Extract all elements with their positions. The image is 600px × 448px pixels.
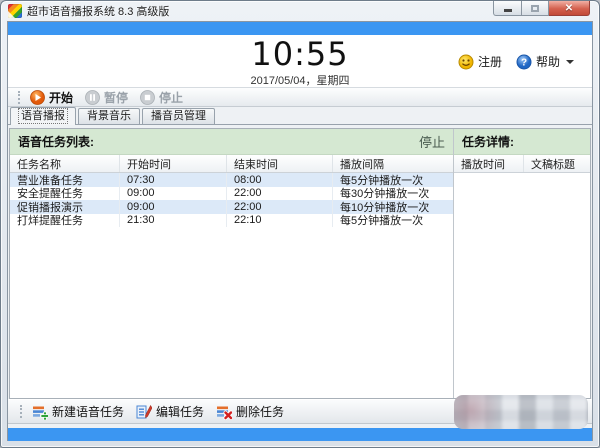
delete-task-label: 删除任务	[236, 403, 284, 420]
clock-date: 2017/05/04，星期四	[250, 72, 349, 88]
playback-status: 停止	[419, 132, 445, 151]
task-detail-pane: 任务详情: 播放时间 文稿标题	[454, 129, 590, 398]
end-time-cell: 08:00	[227, 173, 333, 187]
help-label: 帮助	[536, 53, 560, 70]
main-panel: 语音任务列表: 停止 任务名称 开始时间 结束时间 播放间隔 营业准备任务 07…	[9, 128, 591, 399]
interval-cell: 每5分钟播放一次	[333, 173, 453, 187]
stop-button[interactable]: 停止	[140, 89, 183, 106]
column-header-end-time[interactable]: 结束时间	[227, 155, 333, 172]
status-bar	[8, 428, 592, 441]
window-controls: ✕	[493, 1, 590, 16]
start-time-cell: 09:00	[120, 187, 227, 201]
delete-task-button[interactable]: 删除任务	[216, 403, 284, 420]
stop-label: 停止	[159, 89, 183, 106]
tab-voice-broadcast[interactable]: 语音播报	[10, 107, 76, 125]
content-area: 语音任务列表: 停止 任务名称 开始时间 结束时间 播放间隔 营业准备任务 07…	[8, 125, 592, 399]
tab-announcer-management[interactable]: 播音员管理	[142, 108, 215, 124]
task-name-cell: 安全提醒任务	[10, 187, 120, 201]
task-name-cell: 打烊提醒任务	[10, 214, 120, 228]
start-button[interactable]: 开始	[30, 89, 73, 106]
task-detail-title: 任务详情:	[462, 133, 514, 150]
edit-task-button[interactable]: 编辑任务	[136, 403, 204, 420]
task-list-header: 语音任务列表: 停止	[10, 129, 453, 155]
table-row[interactable]: 安全提醒任务 09:00 22:00 每30分钟播放一次	[10, 187, 453, 201]
new-task-label: 新建语音任务	[52, 403, 124, 420]
tab-label: 背景音乐	[87, 110, 131, 122]
task-table-header: 任务名称 开始时间 结束时间 播放间隔	[10, 155, 453, 173]
clock-time: 10:55	[250, 37, 349, 71]
top-accent-bar	[8, 22, 592, 35]
pause-circle-icon	[85, 90, 100, 105]
toolbar-gripper[interactable]	[20, 405, 22, 418]
question-circle-icon: ?	[516, 54, 532, 70]
end-time-cell: 22:00	[227, 187, 333, 201]
blurred-watermark	[454, 395, 588, 429]
column-header-script-title[interactable]: 文稿标题	[524, 155, 590, 172]
mosaic-tiles	[454, 395, 588, 429]
list-pencil-icon	[136, 404, 152, 420]
clock: 10:55 2017/05/04，星期四	[250, 37, 349, 88]
help-button[interactable]: ? 帮助	[516, 53, 574, 70]
tab-label: 语音播报	[19, 109, 67, 123]
start-time-cell: 07:30	[120, 173, 227, 187]
close-button[interactable]: ✕	[549, 1, 590, 16]
svg-text:?: ?	[521, 57, 527, 68]
interval-cell: 每10分钟播放一次	[333, 200, 453, 214]
register-button[interactable]: 注册	[458, 53, 502, 70]
tab-background-music[interactable]: 背景音乐	[78, 108, 140, 124]
list-plus-icon	[32, 404, 48, 420]
column-header-interval[interactable]: 播放间隔	[333, 155, 453, 172]
client-area: 10:55 2017/05/04，星期四 注册	[7, 21, 593, 441]
clock-panel: 10:55 2017/05/04，星期四 注册	[8, 35, 592, 88]
new-task-button[interactable]: 新建语音任务	[32, 403, 124, 420]
register-label: 注册	[478, 53, 502, 70]
start-time-cell: 21:30	[120, 214, 227, 228]
end-time-cell: 22:10	[227, 214, 333, 228]
start-time-cell: 09:00	[120, 200, 227, 214]
detail-table-header: 播放时间 文稿标题	[454, 155, 590, 173]
tab-strip: 语音播报 背景音乐 播音员管理	[8, 107, 592, 125]
task-detail-header: 任务详情:	[454, 129, 590, 155]
table-row[interactable]: 营业准备任务 07:30 08:00 每5分钟播放一次	[10, 173, 453, 187]
list-delete-icon	[216, 404, 232, 420]
start-label: 开始	[49, 89, 73, 106]
column-header-play-time[interactable]: 播放时间	[454, 155, 524, 172]
close-icon: ✕	[565, 3, 573, 14]
transport-toolbar: 开始 暂停 停止	[8, 88, 592, 107]
end-time-cell: 22:00	[227, 200, 333, 214]
play-circle-icon	[30, 90, 45, 105]
tab-label: 播音员管理	[151, 110, 206, 122]
chevron-down-icon[interactable]	[566, 60, 574, 64]
column-header-start-time[interactable]: 开始时间	[120, 155, 227, 172]
task-name-cell: 营业准备任务	[10, 173, 120, 187]
app-icon	[8, 4, 22, 18]
toolbar-gripper[interactable]	[18, 91, 20, 104]
table-row[interactable]: 促销播报演示 09:00 22:00 每10分钟播放一次	[10, 200, 453, 214]
interval-cell: 每5分钟播放一次	[333, 214, 453, 228]
task-list-pane: 语音任务列表: 停止 任务名称 开始时间 结束时间 播放间隔 营业准备任务 07…	[10, 129, 453, 398]
column-header-task-name[interactable]: 任务名称	[10, 155, 120, 172]
header-actions: 注册 ? 帮助	[458, 53, 574, 70]
task-list-title: 语音任务列表:	[18, 133, 94, 150]
table-row[interactable]: 打烊提醒任务 21:30 22:10 每5分钟播放一次	[10, 214, 453, 228]
minimize-icon	[504, 9, 512, 12]
edit-task-label: 编辑任务	[156, 403, 204, 420]
window-title: 超市语音播报系统 8.3 高级版	[27, 3, 169, 19]
maximize-button[interactable]	[522, 1, 549, 16]
maximize-icon	[531, 5, 539, 12]
smiley-icon	[458, 54, 474, 70]
app-window: 超市语音播报系统 8.3 高级版 ✕ 10:55 2017/05/04，星期四	[0, 0, 600, 448]
pause-button[interactable]: 暂停	[85, 89, 128, 106]
minimize-button[interactable]	[493, 1, 522, 16]
stop-circle-icon	[140, 90, 155, 105]
interval-cell: 每30分钟播放一次	[333, 187, 453, 201]
task-name-cell: 促销播报演示	[10, 200, 120, 214]
pause-label: 暂停	[104, 89, 128, 106]
